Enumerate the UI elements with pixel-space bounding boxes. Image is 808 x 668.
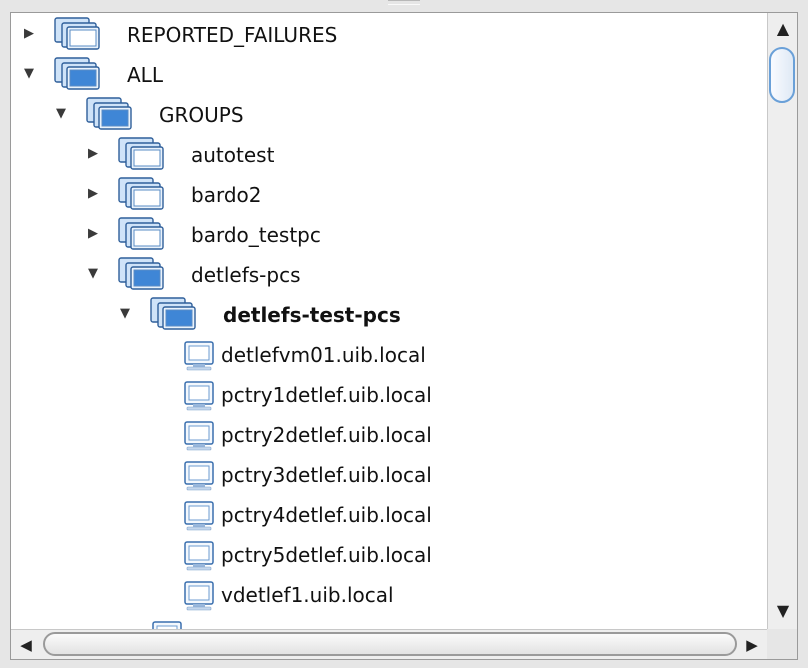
arrow-right-icon: ▶ <box>746 636 758 654</box>
tree-client-node[interactable]: detlefvm01.uib.local <box>11 335 767 375</box>
expanded-toggle-icon[interactable]: ▼ <box>21 66 37 82</box>
tree-group-node[interactable]: ▼ detlefs-pcs <box>11 255 767 295</box>
client-tree[interactable]: ▶ REPORTED_FAILURES ▼ ALL ▼ GROUPS ▶ autotest ▶ b… <box>11 13 767 629</box>
scroll-up-button[interactable]: ▲ <box>768 13 798 45</box>
tree-node-label: detlefs-test-pcs <box>223 303 401 327</box>
tree-group-node[interactable]: ▶ autotest <box>11 135 767 175</box>
tree-group-node[interactable]: ▼ ALL <box>11 55 767 95</box>
tree-node-label: detlefvm01.uib.local <box>221 343 426 367</box>
scroll-right-button[interactable]: ▶ <box>737 630 767 660</box>
tree-node-label: detlefs-pcs <box>191 263 301 287</box>
group-icon <box>85 96 135 134</box>
group-icon <box>53 16 103 54</box>
tree-node-label: vdetlef1.uib.local <box>221 583 394 607</box>
collapsed-toggle-icon[interactable]: ▶ <box>85 226 101 242</box>
arrow-left-icon: ◀ <box>20 636 32 654</box>
tree-node-label: pctry5detlef.uib.local <box>221 543 432 567</box>
vertical-scrollbar[interactable]: ▲ ▼ <box>767 13 797 629</box>
tree-client-node[interactable]: pctry4detlef.uib.local <box>11 495 767 535</box>
client-computer-icon <box>149 616 199 629</box>
group-icon <box>117 256 167 294</box>
client-tree-panel: ▶ REPORTED_FAILURES ▼ ALL ▼ GROUPS ▶ autotest ▶ b… <box>10 12 798 660</box>
tree-node-label: pctry3detlef.uib.local <box>221 463 432 487</box>
tree-group-node[interactable]: ▶ bardo2 <box>11 175 767 215</box>
tree-node-label: bardo_testpc <box>191 223 321 247</box>
group-icon <box>117 216 167 254</box>
tree-node-label: ALL <box>127 63 163 87</box>
horizontal-scroll-thumb[interactable] <box>43 632 737 656</box>
tree-client-node[interactable]: pctry1detlef.uib.local <box>11 375 767 415</box>
group-icon <box>117 176 167 214</box>
tree-group-node[interactable]: ▶ REPORTED_FAILURES <box>11 15 767 55</box>
tree-node-label: pctry1detlef.uib.local <box>221 383 432 407</box>
tree-client-node[interactable]: pctry3detlef.uib.local <box>11 455 767 495</box>
scroll-left-button[interactable]: ◀ <box>11 630 41 660</box>
collapsed-toggle-icon[interactable]: ▶ <box>85 186 101 202</box>
tree-node-label: pctry4detlef.uib.local <box>221 503 432 527</box>
arrow-down-icon: ▼ <box>776 601 790 620</box>
tree-node-label: bardo2 <box>191 183 262 207</box>
arrow-up-icon: ▲ <box>776 19 790 38</box>
horizontal-scrollbar[interactable]: ◀ ▶ <box>11 629 767 659</box>
scrollbar-corner <box>767 629 797 659</box>
tree-client-node[interactable]: pctry5detlef.uib.local <box>11 535 767 575</box>
group-icon <box>149 296 199 334</box>
tree-group-node[interactable]: ▶ bardo_testpc <box>11 215 767 255</box>
tree-group-node[interactable]: ▼ detlefs-test-pcs <box>11 295 767 335</box>
expanded-toggle-icon[interactable]: ▼ <box>117 306 133 322</box>
tree-client-node[interactable] <box>11 615 767 629</box>
collapsed-toggle-icon[interactable]: ▶ <box>85 146 101 162</box>
scroll-down-button[interactable]: ▼ <box>768 595 798 627</box>
tree-group-node[interactable]: ▼ GROUPS <box>11 95 767 135</box>
collapsed-toggle-icon[interactable]: ▶ <box>21 26 37 42</box>
tree-client-node[interactable]: vdetlef1.uib.local <box>11 575 767 615</box>
tree-node-label: autotest <box>191 143 275 167</box>
tree-node-label: GROUPS <box>159 103 244 127</box>
split-pane-grip[interactable] <box>388 0 420 5</box>
tree-node-label: REPORTED_FAILURES <box>127 23 338 47</box>
vertical-scroll-thumb[interactable] <box>769 47 795 103</box>
expanded-toggle-icon[interactable]: ▼ <box>85 266 101 282</box>
tree-client-node[interactable]: pctry2detlef.uib.local <box>11 415 767 455</box>
expanded-toggle-icon[interactable]: ▼ <box>53 106 69 122</box>
group-icon <box>53 56 103 94</box>
tree-node-label: pctry2detlef.uib.local <box>221 423 432 447</box>
group-icon <box>117 136 167 174</box>
